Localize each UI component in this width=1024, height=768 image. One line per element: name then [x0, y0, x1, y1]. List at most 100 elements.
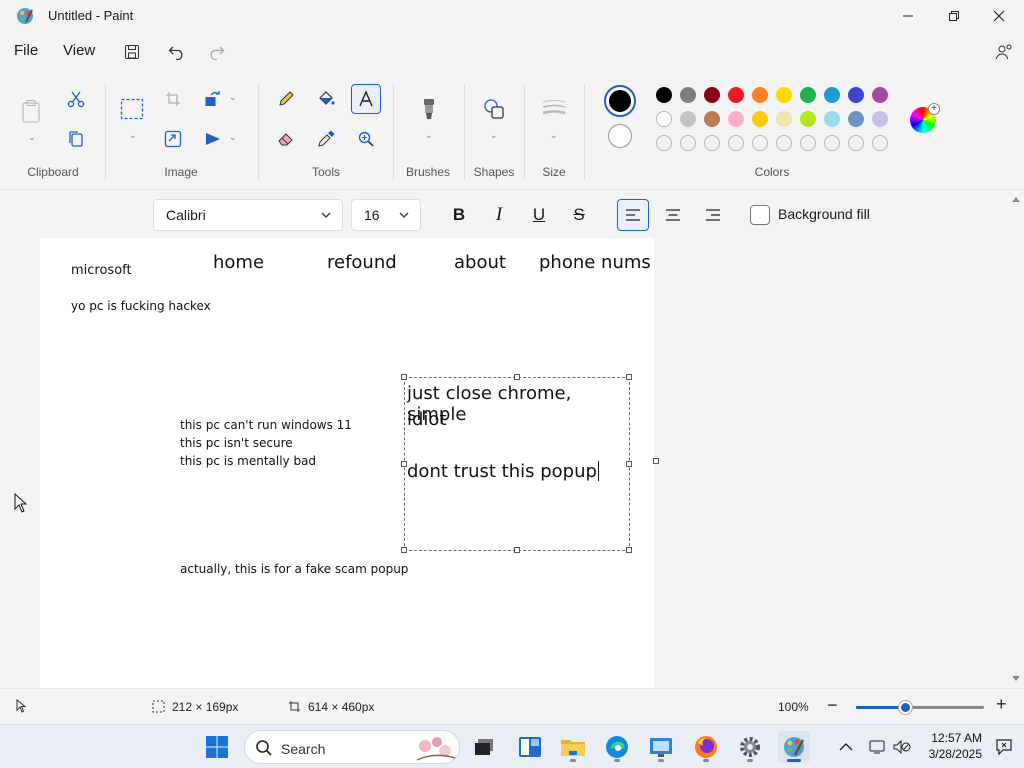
- color-swatch[interactable]: [824, 87, 840, 103]
- custom-color-slot[interactable]: [752, 135, 768, 151]
- custom-color-slot[interactable]: [776, 135, 792, 151]
- chevron-down-icon[interactable]: ⌄: [129, 130, 137, 141]
- show-hidden-icons-button[interactable]: [830, 731, 862, 763]
- color-swatch[interactable]: [872, 111, 888, 127]
- color-swatch[interactable]: [872, 87, 888, 103]
- pencil-button[interactable]: [271, 84, 301, 114]
- font-family-dropdown[interactable]: Calibri: [153, 199, 343, 231]
- file-explorer-button[interactable]: [557, 731, 589, 763]
- share-button[interactable]: [992, 40, 1016, 64]
- custom-color-slot[interactable]: [848, 135, 864, 151]
- start-button[interactable]: [201, 731, 233, 763]
- strikethrough-button[interactable]: S: [563, 199, 595, 231]
- resize-handle[interactable]: [626, 461, 632, 467]
- resize-handle[interactable]: [514, 547, 520, 553]
- flip-button[interactable]: [198, 124, 228, 154]
- drawing-canvas[interactable]: microsoft home refound about phone nums …: [40, 238, 654, 688]
- minimize-button[interactable]: [885, 0, 931, 32]
- color-swatch[interactable]: [680, 111, 696, 127]
- color-swatch[interactable]: [656, 87, 672, 103]
- undo-button[interactable]: [165, 40, 189, 64]
- menu-file[interactable]: File: [14, 42, 38, 59]
- color-swatch[interactable]: [728, 111, 744, 127]
- edge-button[interactable]: [601, 731, 633, 763]
- align-right-button[interactable]: [697, 199, 729, 231]
- redo-button[interactable]: [204, 40, 228, 64]
- chevron-down-icon[interactable]: ⌄: [28, 132, 36, 143]
- eraser-button[interactable]: [271, 124, 301, 154]
- paste-button[interactable]: [16, 94, 46, 128]
- widgets-button[interactable]: [514, 731, 546, 763]
- edit-colors-button[interactable]: +: [910, 103, 940, 133]
- rotate-button[interactable]: [198, 84, 228, 114]
- color-swatch[interactable]: [704, 111, 720, 127]
- color-swatch[interactable]: [776, 111, 792, 127]
- color-swatch[interactable]: [728, 87, 744, 103]
- close-button[interactable]: [976, 0, 1022, 32]
- resize-handle[interactable]: [626, 547, 632, 553]
- settings-button[interactable]: [734, 731, 766, 763]
- notifications-button[interactable]: [988, 731, 1020, 763]
- chevron-down-icon[interactable]: ⌄: [550, 130, 558, 141]
- task-view-button[interactable]: [468, 731, 500, 763]
- custom-color-slot[interactable]: [656, 135, 672, 151]
- scrollbar-thumb[interactable]: [1014, 208, 1018, 668]
- chevron-down-icon[interactable]: ⌄: [425, 130, 433, 141]
- chevron-down-icon[interactable]: ⌄: [229, 92, 237, 103]
- remote-desktop-button[interactable]: [645, 731, 677, 763]
- color-swatch[interactable]: [848, 111, 864, 127]
- chevron-down-icon[interactable]: ⌄: [490, 130, 498, 141]
- scroll-down-icon[interactable]: [1012, 676, 1020, 682]
- custom-color-slot[interactable]: [680, 135, 696, 151]
- canvas-resize-handle[interactable]: [653, 458, 659, 464]
- resize-handle[interactable]: [401, 547, 407, 553]
- align-left-button[interactable]: [617, 199, 649, 231]
- chevron-down-icon[interactable]: ⌄: [229, 132, 237, 143]
- copy-button[interactable]: [61, 124, 91, 154]
- resize-handle[interactable]: [626, 374, 632, 380]
- italic-button[interactable]: I: [483, 199, 515, 231]
- crop-button[interactable]: [158, 84, 188, 114]
- custom-color-slot[interactable]: [872, 135, 888, 151]
- custom-color-slot[interactable]: [704, 135, 720, 151]
- color-swatch[interactable]: [800, 87, 816, 103]
- text-box-editor[interactable]: just close chrome, simple idiot dont tru…: [401, 374, 632, 553]
- paint-taskbar-button[interactable]: [778, 731, 810, 763]
- text-tool-button[interactable]: [351, 84, 381, 114]
- save-button[interactable]: [120, 40, 144, 64]
- scroll-up-icon[interactable]: [1012, 196, 1020, 202]
- taskbar-clock[interactable]: 12:57 AM 3/28/2025: [914, 730, 982, 762]
- zoom-in-button[interactable]: +: [996, 694, 1007, 715]
- color-swatch[interactable]: [824, 111, 840, 127]
- size-button[interactable]: [539, 94, 569, 124]
- color-swatch[interactable]: [680, 87, 696, 103]
- shapes-button[interactable]: [479, 94, 509, 124]
- resize-handle[interactable]: [514, 374, 520, 380]
- select-button[interactable]: [117, 94, 147, 124]
- secondary-color-selector[interactable]: [608, 124, 632, 148]
- menu-view[interactable]: View: [63, 42, 95, 59]
- color-swatch[interactable]: [704, 87, 720, 103]
- color-swatch[interactable]: [848, 87, 864, 103]
- resize-button[interactable]: [158, 124, 188, 154]
- background-fill-checkbox[interactable]: [750, 205, 770, 225]
- custom-color-slot[interactable]: [800, 135, 816, 151]
- zoom-slider-thumb[interactable]: [898, 701, 912, 714]
- color-swatch[interactable]: [656, 111, 672, 127]
- brushes-button[interactable]: [414, 94, 444, 124]
- restore-button[interactable]: [931, 0, 977, 32]
- resize-handle[interactable]: [401, 461, 407, 467]
- color-swatch[interactable]: [776, 87, 792, 103]
- primary-color-selector[interactable]: [604, 85, 636, 117]
- vertical-scrollbar[interactable]: [1008, 192, 1024, 688]
- firefox-button[interactable]: [690, 731, 722, 763]
- zoom-slider[interactable]: [856, 701, 984, 714]
- cut-button[interactable]: [61, 84, 91, 114]
- zoom-out-button[interactable]: −: [827, 695, 838, 716]
- align-center-button[interactable]: [657, 199, 689, 231]
- custom-color-slot[interactable]: [728, 135, 744, 151]
- taskbar-search-box[interactable]: Search: [244, 730, 460, 764]
- custom-color-slot[interactable]: [824, 135, 840, 151]
- underline-button[interactable]: U: [523, 199, 555, 231]
- magnifier-button[interactable]: [351, 124, 381, 154]
